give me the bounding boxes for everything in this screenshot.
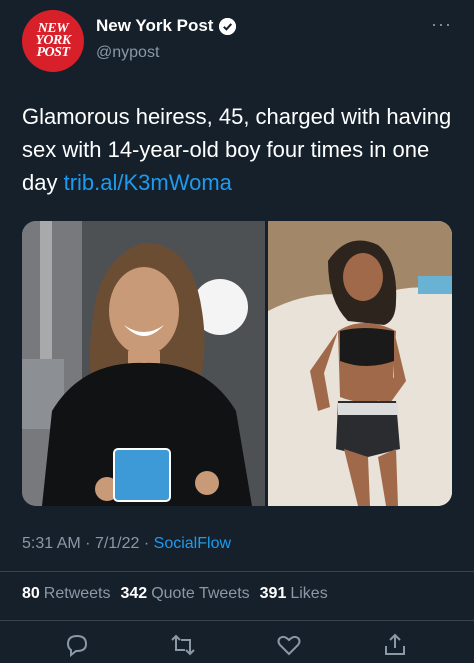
likes-label: Likes — [290, 585, 328, 602]
photo-left[interactable] — [22, 221, 265, 506]
stats-row: 80 Retweets 342 Quote Tweets 391 Likes — [22, 585, 328, 603]
tweet-header: NEW YORK POST New York Post @nypost ··· — [22, 10, 452, 72]
retweets-label: Retweets — [43, 585, 111, 602]
like-icon[interactable] — [276, 632, 302, 658]
tweet-link[interactable]: trib.al/K3mWoma — [64, 170, 232, 195]
verified-badge-icon — [219, 17, 237, 35]
likes-count: 391 — [259, 585, 287, 602]
divider — [0, 571, 474, 572]
photo-right-illustration — [268, 221, 452, 506]
tweet-source[interactable]: SocialFlow — [154, 535, 231, 552]
meta-separator: · — [85, 535, 91, 552]
action-bar — [0, 628, 474, 660]
timestamp-row: 5:31 AM · 7/1/22 · SocialFlow — [22, 535, 231, 553]
quote-tweets-count: 342 — [120, 585, 148, 602]
avatar-logo-line-3: POST — [36, 45, 71, 60]
retweets-stat[interactable]: 80 Retweets — [22, 585, 111, 603]
ellipsis-icon[interactable]: ··· — [431, 14, 452, 35]
tweet-date[interactable]: 7/1/22 — [95, 535, 139, 552]
media-grid — [22, 221, 452, 506]
display-name[interactable]: New York Post — [96, 16, 213, 36]
retweet-icon[interactable] — [170, 632, 196, 658]
avatar[interactable]: NEW YORK POST — [22, 10, 84, 72]
reply-icon[interactable] — [64, 632, 90, 658]
meta-separator: · — [143, 535, 150, 552]
tweet-text: Glamorous heiress, 45, charged with havi… — [22, 100, 452, 199]
tweet-time[interactable]: 5:31 AM — [22, 535, 81, 552]
share-icon[interactable] — [382, 632, 408, 658]
quote-tweets-stat[interactable]: 342 Quote Tweets — [121, 585, 250, 603]
quote-tweets-label: Quote Tweets — [151, 585, 250, 602]
retweets-count: 80 — [22, 585, 40, 602]
handle[interactable]: @nypost — [96, 44, 159, 62]
likes-stat[interactable]: 391 Likes — [260, 585, 328, 603]
divider — [0, 620, 474, 621]
name-row: New York Post — [96, 16, 237, 36]
photo-right[interactable] — [268, 221, 452, 506]
photo-left-illustration — [22, 221, 265, 506]
